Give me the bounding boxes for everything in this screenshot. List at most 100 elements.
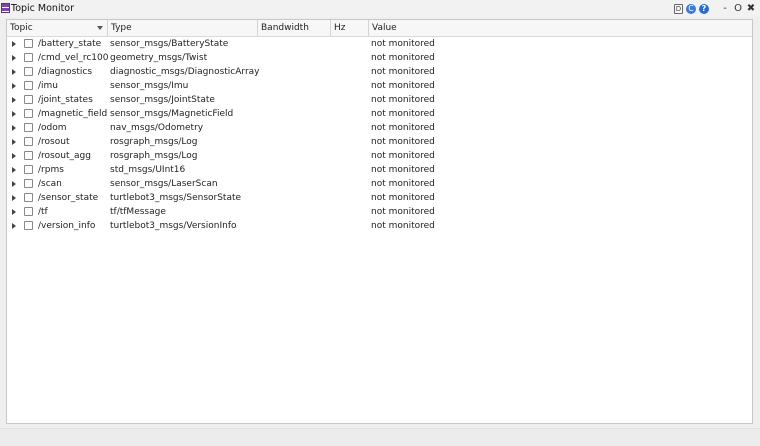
- window-title: Topic Monitor: [11, 3, 75, 14]
- monitor-checkbox[interactable]: [24, 123, 33, 132]
- expand-arrow-icon[interactable]: [12, 195, 16, 201]
- header-hz[interactable]: Hz: [331, 20, 369, 36]
- table-row[interactable]: /cmd_vel_rc100 geometry_msgs/Twist not m…: [7, 51, 752, 65]
- topic-value: not monitored: [371, 123, 435, 133]
- header-topic[interactable]: Topic: [7, 20, 108, 36]
- header-type[interactable]: Type: [108, 20, 258, 36]
- table-row[interactable]: /rosout_agg rosgraph_msgs/Log not monito…: [7, 149, 752, 163]
- topic-type: sensor_msgs/MagneticField: [110, 109, 234, 119]
- header-type-label: Type: [111, 23, 132, 33]
- topic-name: /cmd_vel_rc100: [38, 53, 109, 63]
- app-icon: [1, 3, 10, 13]
- topic-type: sensor_msgs/Imu: [110, 81, 189, 91]
- table-row[interactable]: /joint_states sensor_msgs/JointState not…: [7, 93, 752, 107]
- topic-value: not monitored: [371, 165, 435, 175]
- header-bandwidth[interactable]: Bandwidth: [258, 20, 331, 36]
- topic-name: /rosout_agg: [38, 151, 91, 161]
- expand-arrow-icon[interactable]: [12, 97, 16, 103]
- expand-arrow-icon[interactable]: [12, 139, 16, 145]
- table-row[interactable]: /magnetic_field sensor_msgs/MagneticFiel…: [7, 107, 752, 121]
- topic-tree[interactable]: Topic Type Bandwidth Hz Value /battery_s…: [6, 19, 753, 424]
- expand-arrow-icon[interactable]: [12, 69, 16, 75]
- topic-name: /imu: [38, 81, 59, 91]
- topic-value: not monitored: [371, 193, 435, 203]
- topic-name: /joint_states: [38, 95, 93, 105]
- expand-arrow-icon[interactable]: [12, 223, 16, 229]
- topic-value: not monitored: [371, 179, 435, 189]
- topic-rows: /battery_state sensor_msgs/BatteryState …: [7, 37, 752, 233]
- table-row[interactable]: /odom nav_msgs/Odometry not monitored: [7, 121, 752, 135]
- header-bandwidth-label: Bandwidth: [261, 23, 309, 33]
- topic-type: rosgraph_msgs/Log: [110, 151, 198, 161]
- topic-name: /battery_state: [38, 39, 102, 49]
- monitor-checkbox[interactable]: [24, 53, 33, 62]
- topic-value: not monitored: [371, 151, 435, 161]
- monitor-checkbox[interactable]: [24, 179, 33, 188]
- expand-arrow-icon[interactable]: [12, 209, 16, 215]
- refresh-icon[interactable]: C: [686, 3, 696, 14]
- restore-icon[interactable]: O: [733, 2, 743, 15]
- monitor-checkbox[interactable]: [24, 165, 33, 174]
- expand-arrow-icon[interactable]: [12, 55, 16, 61]
- expand-arrow-icon[interactable]: [12, 125, 16, 131]
- title-bar: Topic Monitor D C ? - O ✖: [0, 0, 760, 17]
- expand-arrow-icon[interactable]: [12, 181, 16, 187]
- table-row[interactable]: /rosout rosgraph_msgs/Log not monitored: [7, 135, 752, 149]
- topic-type: std_msgs/UInt16: [110, 165, 186, 175]
- header-value[interactable]: Value: [369, 20, 754, 36]
- minimize-icon[interactable]: -: [720, 2, 730, 15]
- title-bar-controls: D C ? - O ✖: [674, 2, 756, 15]
- sort-down-icon: [97, 26, 103, 30]
- topic-value: not monitored: [371, 221, 435, 231]
- monitor-checkbox[interactable]: [24, 221, 33, 230]
- topic-name: /diagnostics: [38, 67, 93, 77]
- close-icon[interactable]: ✖: [746, 2, 756, 15]
- topic-type: sensor_msgs/LaserScan: [110, 179, 218, 189]
- monitor-checkbox[interactable]: [24, 207, 33, 216]
- topic-type: sensor_msgs/BatteryState: [110, 39, 229, 49]
- monitor-checkbox[interactable]: [24, 39, 33, 48]
- table-row[interactable]: /scan sensor_msgs/LaserScan not monitore…: [7, 177, 752, 191]
- table-row[interactable]: /imu sensor_msgs/Imu not monitored: [7, 79, 752, 93]
- monitor-checkbox[interactable]: [24, 81, 33, 90]
- expand-arrow-icon[interactable]: [12, 167, 16, 173]
- topic-value: not monitored: [371, 53, 435, 63]
- topic-type: geometry_msgs/Twist: [110, 53, 208, 63]
- table-row[interactable]: /battery_state sensor_msgs/BatteryState …: [7, 37, 752, 51]
- topic-type: turtlebot3_msgs/VersionInfo: [110, 221, 237, 231]
- table-row[interactable]: /version_info turtlebot3_msgs/VersionInf…: [7, 219, 752, 233]
- topic-value: not monitored: [371, 95, 435, 105]
- topic-type: nav_msgs/Odometry: [110, 123, 204, 133]
- dock-icon[interactable]: D: [674, 3, 683, 14]
- topic-name: /rosout: [38, 137, 70, 147]
- table-row[interactable]: /rpms std_msgs/UInt16 not monitored: [7, 163, 752, 177]
- topic-value: not monitored: [371, 39, 435, 49]
- topic-value: not monitored: [371, 109, 435, 119]
- monitor-checkbox[interactable]: [24, 137, 33, 146]
- expand-arrow-icon[interactable]: [12, 111, 16, 117]
- help-icon[interactable]: ?: [699, 3, 709, 14]
- table-row[interactable]: /sensor_state turtlebot3_msgs/SensorStat…: [7, 191, 752, 205]
- topic-name: /rpms: [38, 165, 64, 175]
- topic-value: not monitored: [371, 207, 435, 217]
- expand-arrow-icon[interactable]: [12, 153, 16, 159]
- topic-type: tf/tfMessage: [110, 207, 166, 217]
- expand-arrow-icon[interactable]: [12, 41, 16, 47]
- topic-type: sensor_msgs/JointState: [110, 95, 215, 105]
- monitor-checkbox[interactable]: [24, 109, 33, 118]
- topic-name: /sensor_state: [38, 193, 99, 203]
- topic-name: /scan: [38, 179, 62, 189]
- header-value-label: Value: [372, 23, 397, 33]
- topic-name: /magnetic_field: [38, 109, 108, 119]
- monitor-checkbox[interactable]: [24, 151, 33, 160]
- monitor-checkbox[interactable]: [24, 67, 33, 76]
- header-hz-label: Hz: [334, 23, 346, 33]
- monitor-checkbox[interactable]: [24, 193, 33, 202]
- topic-type: rosgraph_msgs/Log: [110, 137, 198, 147]
- topic-value: not monitored: [371, 137, 435, 147]
- topic-type: diagnostic_msgs/DiagnosticArray: [110, 67, 260, 77]
- table-row[interactable]: /diagnostics diagnostic_msgs/DiagnosticA…: [7, 65, 752, 79]
- monitor-checkbox[interactable]: [24, 95, 33, 104]
- expand-arrow-icon[interactable]: [12, 83, 16, 89]
- table-row[interactable]: /tf tf/tfMessage not monitored: [7, 205, 752, 219]
